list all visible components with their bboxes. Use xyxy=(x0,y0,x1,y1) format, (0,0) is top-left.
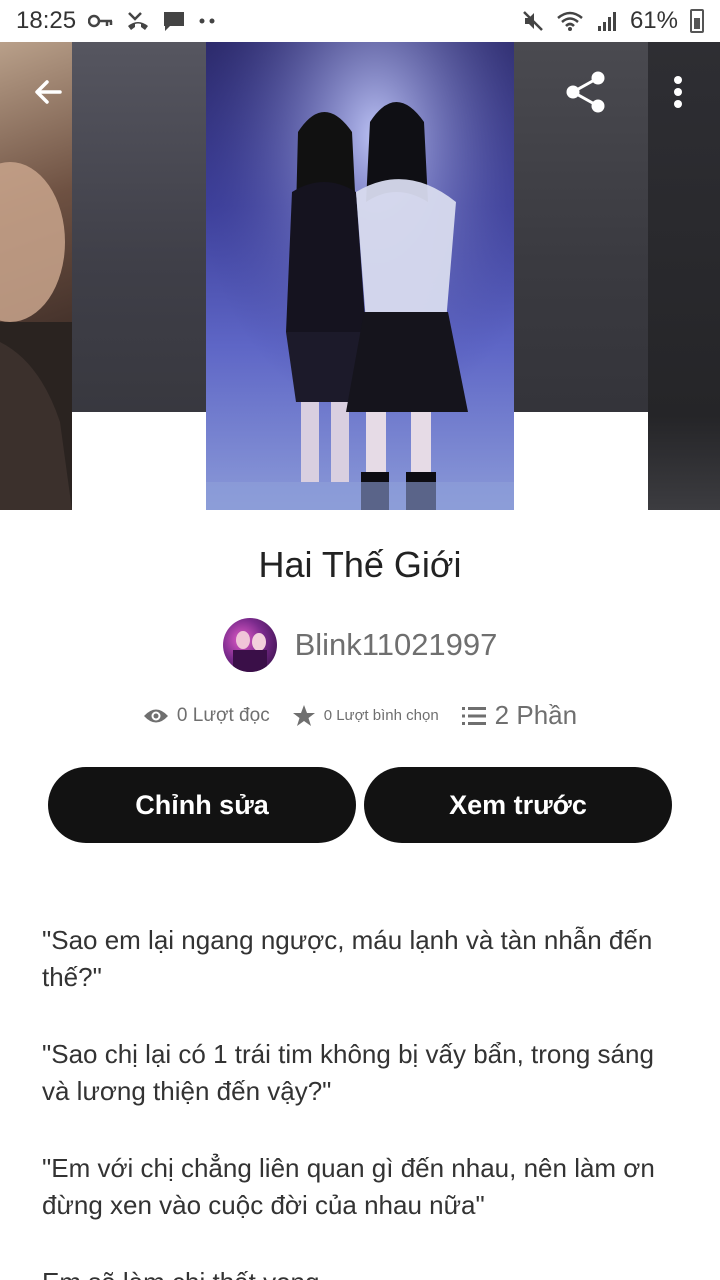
story-cover-image[interactable] xyxy=(206,42,514,510)
share-icon xyxy=(566,71,605,113)
status-bar: 18:25 61% xyxy=(0,0,720,42)
votes-count: 0 Lượt bình chọn xyxy=(323,707,439,724)
description-paragraph: Em sẽ làm chị thất vọng... xyxy=(42,1264,682,1280)
story-stats: 0 Lượt đọc 0 Lượt bình chọn 2 Phần xyxy=(0,700,720,731)
key-icon xyxy=(88,11,114,31)
status-right: 61% xyxy=(522,7,704,35)
cover-carousel[interactable] xyxy=(0,42,720,510)
carousel-gap xyxy=(514,412,648,510)
reads-count: 0 Lượt đọc xyxy=(176,704,270,726)
missed-call-icon xyxy=(126,10,150,32)
mute-icon xyxy=(522,10,544,32)
status-left: 18:25 xyxy=(16,7,216,35)
more-vertical-icon xyxy=(674,76,682,108)
signal-icon xyxy=(596,10,618,32)
star-icon xyxy=(292,704,315,726)
reads-stat: 0 Lượt đọc xyxy=(143,705,270,727)
carousel-gap xyxy=(72,412,206,510)
author-name[interactable]: Blink11021997 xyxy=(295,627,498,663)
more-dots-icon xyxy=(198,17,216,25)
message-icon xyxy=(162,10,186,32)
parts-stat[interactable]: 2 Phần xyxy=(461,700,577,731)
description-paragraph: "Sao chị lại có 1 trái tim không bị vấy … xyxy=(42,1039,654,1106)
description-paragraph: "Em với chị chẳng liên quan gì đến nhau,… xyxy=(42,1153,655,1220)
edit-button[interactable]: Chỉnh sửa xyxy=(48,767,356,843)
share-button[interactable] xyxy=(558,64,614,120)
votes-stat: 0 Lượt bình chọn xyxy=(292,704,439,728)
avatar[interactable] xyxy=(222,618,277,672)
wifi-icon xyxy=(556,10,584,32)
more-options-button[interactable] xyxy=(650,64,706,120)
description-paragraph: "Sao em lại ngang ngược, máu lạnh và tàn… xyxy=(42,925,653,992)
action-buttons: Chỉnh sửa Xem trước xyxy=(48,767,672,843)
author-row[interactable]: Blink11021997 xyxy=(0,618,720,672)
cover-thumbnail-left[interactable] xyxy=(72,42,206,412)
battery-icon xyxy=(690,9,704,33)
clock: 18:25 xyxy=(16,7,77,34)
back-button[interactable] xyxy=(20,64,76,120)
parts-count[interactable]: 2 Phần xyxy=(495,700,577,731)
story-description: "Sao em lại ngang ngược, máu lạnh và tàn… xyxy=(42,922,682,1280)
list-icon xyxy=(461,706,486,725)
arrow-left-icon xyxy=(35,80,62,104)
story-title: Hai Thế Giới xyxy=(258,544,462,585)
eye-icon xyxy=(143,709,168,722)
battery-percent: 61% xyxy=(629,7,678,34)
preview-button[interactable]: Xem trước xyxy=(364,767,672,843)
